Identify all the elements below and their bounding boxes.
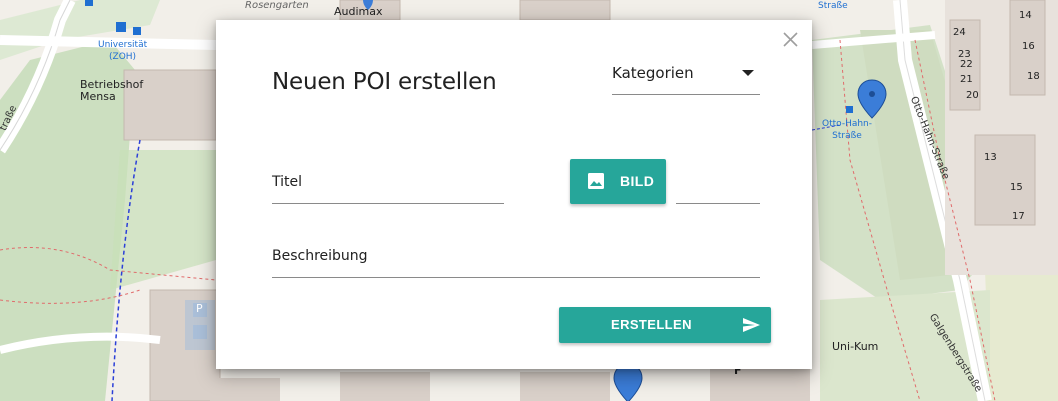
image-upload-button-label: BILD (620, 173, 655, 189)
map-label-house-14: 14 (1019, 10, 1032, 21)
map-label-strasse-top: Straße (818, 1, 848, 11)
caret-down-icon (742, 70, 754, 76)
title-input[interactable]: Titel (272, 166, 504, 204)
map-label-house-15: 15 (1010, 182, 1023, 193)
send-icon (743, 318, 760, 332)
map-label-house-16: 16 (1022, 41, 1035, 52)
category-select[interactable]: Kategorien (612, 56, 760, 95)
category-select-label: Kategorien (612, 64, 694, 82)
description-input-label: Beschreibung (272, 248, 368, 264)
map-parking-label: P (196, 302, 203, 315)
map-label-audimax: Audimax (334, 5, 383, 18)
image-upload-button[interactable]: BILD (570, 159, 666, 204)
map-label-house-18: 18 (1027, 71, 1040, 82)
map-label-house-17: 17 (1012, 211, 1025, 222)
map-label-house-24: 24 (953, 27, 966, 38)
map-label-uni-kum: Uni-Kum (832, 340, 879, 353)
map-label-house-21: 21 (960, 74, 973, 85)
create-button-label: ERSTELLEN (611, 317, 692, 332)
map-label-universitaet: Universität (ZOH) (98, 40, 148, 62)
image-icon (588, 173, 604, 189)
map-label-house-22: 22 (960, 59, 973, 70)
create-button[interactable]: ERSTELLEN (559, 307, 771, 343)
map-label-house-20: 20 (966, 90, 979, 101)
map-label-rosengarten: Rosengarten (245, 0, 309, 11)
description-input[interactable]: Beschreibung (272, 242, 760, 278)
map-label-house-13: 13 (984, 152, 997, 163)
dialog-title: Neuen POI erstellen (272, 69, 497, 95)
image-filename-field[interactable] (676, 166, 760, 204)
close-icon[interactable] (780, 29, 802, 51)
map-label-betriebshof: Betriebshof Mensa (80, 78, 144, 103)
create-poi-dialog: Neuen POI erstellen Kategorien Titel BIL… (216, 20, 812, 369)
map-label-otto-hahn-stop: Otto-Hahn- Straße (822, 119, 873, 141)
title-input-label: Titel (272, 174, 303, 190)
